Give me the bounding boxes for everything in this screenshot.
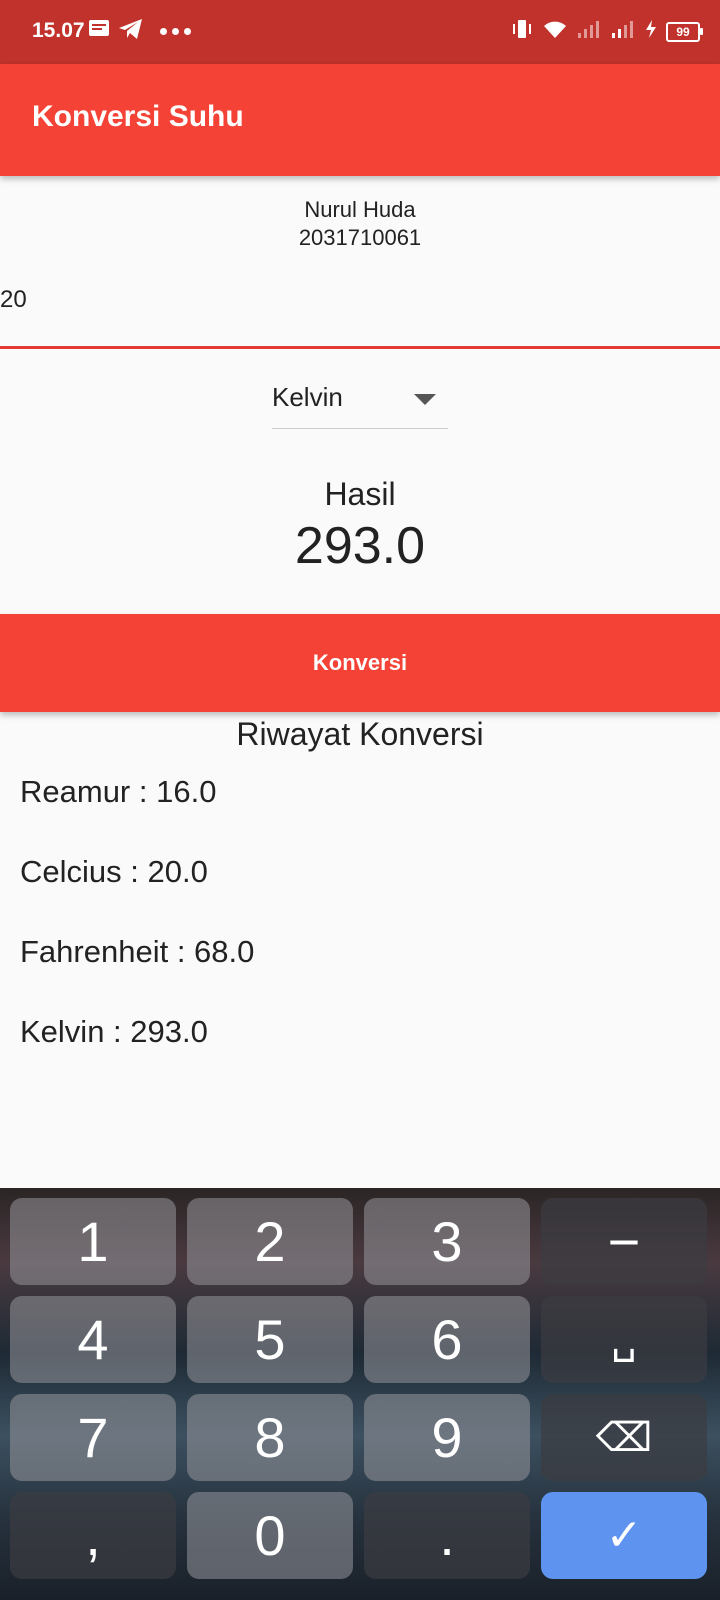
- key-space[interactable]: ␣: [541, 1296, 707, 1383]
- key-period[interactable]: .: [364, 1492, 530, 1579]
- key-minus[interactable]: −: [541, 1198, 707, 1285]
- key-0[interactable]: 0: [187, 1492, 353, 1579]
- signal-icon-2: [610, 19, 636, 44]
- convert-button[interactable]: Konversi: [0, 614, 720, 712]
- history-item: Fahrenheit : 68.0: [20, 934, 255, 969]
- key-3[interactable]: 3: [364, 1198, 530, 1285]
- key-7[interactable]: 7: [10, 1394, 176, 1481]
- key-5[interactable]: 5: [187, 1296, 353, 1383]
- charging-icon: [644, 19, 658, 44]
- history-item: Celcius : 20.0: [20, 854, 208, 889]
- unit-dropdown-value: Kelvin: [272, 382, 343, 412]
- key-8[interactable]: 8: [187, 1394, 353, 1481]
- wifi-icon: [542, 18, 568, 45]
- key-done[interactable]: ✓: [541, 1492, 707, 1579]
- signal-icon: [576, 19, 602, 44]
- status-time: 15.07: [32, 19, 85, 42]
- student-name: Nurul Huda: [304, 197, 416, 222]
- key-comma[interactable]: ,: [10, 1492, 176, 1579]
- input-underline: [0, 346, 720, 349]
- battery-icon: 99: [666, 21, 703, 42]
- vibrate-icon: [510, 18, 534, 45]
- unit-dropdown[interactable]: Kelvin: [272, 372, 448, 429]
- key-2[interactable]: 2: [187, 1198, 353, 1285]
- history-list: Reamur : 16.0 Celcius : 20.0 Fahrenheit …: [20, 770, 254, 1090]
- key-6[interactable]: 6: [364, 1296, 530, 1383]
- message-icon: [88, 19, 110, 44]
- result-value: 293.0: [294, 517, 426, 575]
- history-item: Kelvin : 293.0: [20, 1014, 208, 1049]
- more-dots-icon: [160, 28, 191, 35]
- numeric-keyboard: 1 2 3 − 4 5 6 ␣ 7 8 9 ⌫ , 0 . ✓: [0, 1188, 720, 1600]
- history-title: Riwayat Konversi: [236, 716, 484, 752]
- temperature-input-value[interactable]: 20: [0, 286, 27, 314]
- key-backspace[interactable]: ⌫: [541, 1394, 707, 1481]
- temperature-input[interactable]: 20: [0, 280, 720, 349]
- app-title: Konversi Suhu: [32, 100, 244, 133]
- key-1[interactable]: 1: [10, 1198, 176, 1285]
- student-id: 2031710061: [298, 225, 422, 250]
- dropdown-arrow-icon: [414, 394, 436, 405]
- history-item: Reamur : 16.0: [20, 774, 217, 809]
- key-4[interactable]: 4: [10, 1296, 176, 1383]
- telegram-icon: [118, 18, 144, 45]
- student-info: Nurul Huda 2031710061: [0, 196, 720, 252]
- key-9[interactable]: 9: [364, 1394, 530, 1481]
- app-bar: Konversi Suhu: [0, 64, 720, 176]
- status-bar: 15.07 99: [0, 0, 720, 64]
- result-label: Hasil: [324, 476, 396, 512]
